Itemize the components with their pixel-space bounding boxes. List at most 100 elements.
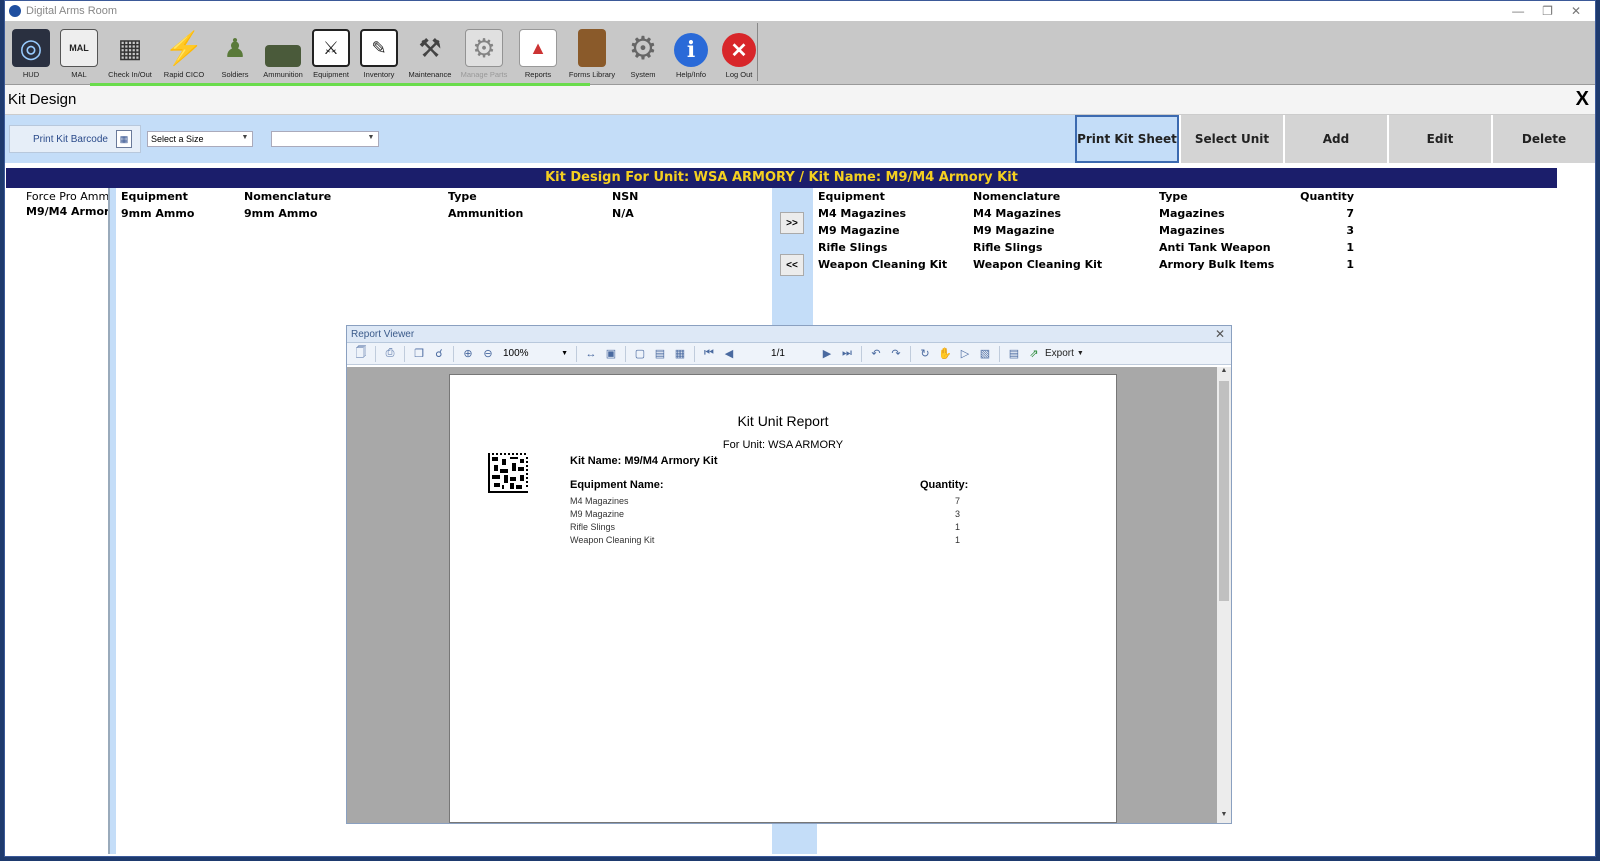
edit-button[interactable]: Edit <box>1387 115 1491 163</box>
toolbar-log-out[interactable]: ✕ Log Out <box>715 21 763 83</box>
hand-tool-icon[interactable]: ✋ <box>937 346 953 362</box>
table-row[interactable]: Weapon Cleaning Kit Weapon Cleaning Kit … <box>813 256 1557 273</box>
cell: 3 <box>1346 224 1354 237</box>
add-button[interactable]: Add <box>1283 115 1387 163</box>
cell: Weapon Cleaning Kit <box>973 258 1103 271</box>
chevron-down-icon: ▼ <box>561 350 568 357</box>
forward-icon[interactable]: ↷ <box>888 346 904 362</box>
toolbar-check-in-out[interactable]: ▦ Check In/Out <box>103 21 157 83</box>
first-page-icon[interactable]: ⏮ <box>701 346 717 362</box>
zoom-in-icon[interactable]: ⊕ <box>460 346 476 362</box>
cell: 7 <box>1346 207 1354 220</box>
minimize-icon[interactable]: — <box>1512 4 1524 18</box>
close-icon[interactable]: ✕ <box>1571 4 1581 18</box>
toolbar-ammunition[interactable]: Ammunition <box>259 21 307 83</box>
whole-page-icon[interactable]: ▣ <box>603 346 619 362</box>
cell: Armory Bulk Items <box>1159 258 1275 271</box>
toolbar-soldiers[interactable]: ♟ Soldiers <box>211 21 259 83</box>
kit-banner: Kit Design For Unit: WSA ARMORY / Kit Na… <box>6 168 1557 188</box>
scroll-thumb[interactable] <box>1219 381 1229 601</box>
report-title: Kit Unit Report <box>737 413 829 429</box>
last-page-icon[interactable]: ⏭ <box>839 346 855 362</box>
toolbar-rapid-cico[interactable]: ⚡ Rapid CICO <box>157 21 211 83</box>
col-nomenclature[interactable]: Nomenclature <box>239 190 443 203</box>
close-icon[interactable]: ✕ <box>1215 326 1225 343</box>
page-width-icon[interactable]: ↔ <box>583 346 599 362</box>
toolbar-system[interactable]: ⚙ System <box>619 21 667 83</box>
toolbar-inventory[interactable]: ✎ Inventory <box>355 21 403 83</box>
toolbar-forms-library[interactable]: Forms Library <box>565 21 619 83</box>
multi-page-icon[interactable]: ▦ <box>672 346 688 362</box>
close-page-button[interactable]: X <box>1576 88 1589 111</box>
page-setup-icon[interactable]: ▤ <box>1006 346 1022 362</box>
export-button[interactable]: ⇗ Export ▼ <box>1026 346 1083 362</box>
cell: M4 Magazines <box>818 207 907 220</box>
add-to-kit-button[interactable]: >> <box>780 212 804 234</box>
cell: Weapon Cleaning Kit <box>818 258 948 271</box>
tree-item-m9-m4-kit[interactable]: M9/M4 Armory Kit <box>26 205 108 220</box>
print-icon[interactable]: ⎙ <box>382 346 398 362</box>
table-row[interactable]: M9 Magazine M9 Magazine Magazines 3 <box>813 222 1557 239</box>
prev-page-icon[interactable]: ◀ <box>721 346 737 362</box>
table-row[interactable]: Rifle Slings Rifle Slings Anti Tank Weap… <box>813 239 1557 256</box>
col-nsn[interactable]: NSN <box>607 190 687 203</box>
close-circle-icon: ✕ <box>722 33 756 67</box>
main-toolbar: ◎ HUD MAL MAL ▦ Check In/Out ⚡ Rapid CIC… <box>5 21 1595 85</box>
toolbar-reports[interactable]: ▲ Reports <box>511 21 565 83</box>
toolbar-label: Manage Parts <box>460 70 508 79</box>
cell: Rifle Slings <box>973 241 1043 254</box>
second-select[interactable]: ▼ <box>271 131 379 147</box>
size-select-value: Select a Size <box>151 134 204 144</box>
toolbar-mal[interactable]: MAL MAL <box>55 21 103 83</box>
toolbar-equipment[interactable]: ⚔ Equipment <box>307 21 355 83</box>
delete-button[interactable]: Delete <box>1491 115 1595 163</box>
toolbar-progress-line <box>90 83 590 86</box>
zoom-select[interactable]: 100% ▼ <box>500 346 570 362</box>
remove-from-kit-button[interactable]: << <box>780 254 804 276</box>
cell: M9 Magazine <box>818 224 900 237</box>
zoom-out-icon[interactable]: ⊖ <box>480 346 496 362</box>
back-icon[interactable]: ↶ <box>868 346 884 362</box>
col-equipment[interactable]: Equipment <box>813 190 968 203</box>
toolbar-label: Forms Library <box>568 70 616 79</box>
thumbnails-icon[interactable]: ▧ <box>977 346 993 362</box>
toolbar-separator <box>999 345 1000 362</box>
page-header: Kit Design X <box>5 85 1595 115</box>
find-icon[interactable]: ☌ <box>431 346 447 362</box>
toolbar-label: Inventory <box>363 70 395 79</box>
toolbar-label: Equipment <box>313 70 349 79</box>
report-scrollbar[interactable]: ▲ ▼ <box>1217 367 1231 823</box>
single-page-icon[interactable]: ▢ <box>632 346 648 362</box>
size-select[interactable]: Select a Size ▼ <box>147 131 253 147</box>
table-row[interactable]: M4 Magazines M4 Magazines Magazines 7 <box>813 205 1557 222</box>
copy-icon[interactable]: ❐ <box>411 346 427 362</box>
print-kit-barcode-button[interactable]: Print Kit Barcode ▦ <box>9 125 141 153</box>
report-quantity-header: Quantity: <box>920 479 969 491</box>
page-indicator[interactable]: 1/1 <box>741 348 815 359</box>
select-unit-button[interactable]: Select Unit <box>1179 115 1283 163</box>
next-page-icon[interactable]: ▶ <box>819 346 835 362</box>
play-icon[interactable]: ▷ <box>957 346 973 362</box>
toolbar-maintenance[interactable]: ⚒ Maintenance <box>403 21 457 83</box>
tree-item-force-pro[interactable]: Force Pro Ammo <box>26 190 108 205</box>
col-equipment[interactable]: Equipment <box>116 190 239 203</box>
scroll-up-icon[interactable]: ▲ <box>1217 367 1231 379</box>
table-row[interactable]: 9mm Ammo 9mm Ammo Ammunition N/A <box>116 205 772 222</box>
continuous-page-icon[interactable]: ▤ <box>652 346 668 362</box>
toolbar-help[interactable]: i Help/Info <box>667 21 715 83</box>
col-type[interactable]: Type <box>443 190 607 203</box>
transfer-column-bottom <box>776 824 817 854</box>
open-icon[interactable]: 🗍 <box>353 346 369 362</box>
toolbar-divider <box>757 23 758 81</box>
print-kit-sheet-button[interactable]: Print Kit Sheet <box>1075 115 1179 163</box>
restore-icon[interactable]: ❐ <box>1542 4 1553 18</box>
report-item-name: Weapon Cleaning Kit <box>570 535 655 545</box>
report-item-qty: 1 <box>954 535 960 545</box>
col-type[interactable]: Type <box>1154 190 1284 203</box>
refresh-icon[interactable]: ↻ <box>917 346 933 362</box>
chevron-down-icon: ▼ <box>367 134 375 141</box>
scroll-down-icon[interactable]: ▼ <box>1217 811 1231 823</box>
col-nomenclature[interactable]: Nomenclature <box>968 190 1154 203</box>
col-quantity[interactable]: Quantity <box>1284 190 1354 203</box>
toolbar-hud[interactable]: ◎ HUD <box>7 21 55 83</box>
